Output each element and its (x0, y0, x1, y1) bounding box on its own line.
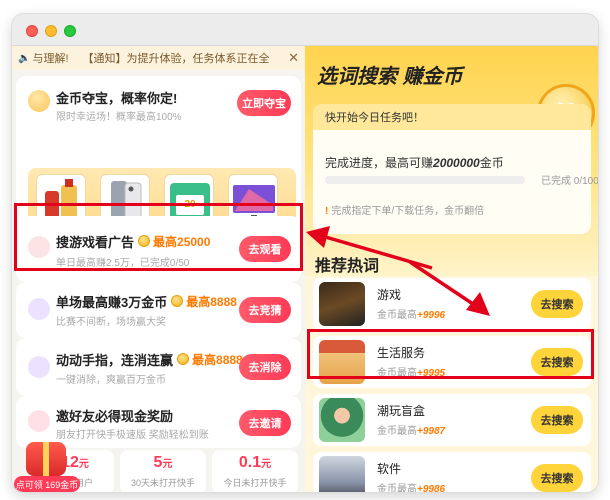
invite-button[interactable]: 去邀请 (239, 410, 291, 436)
zoom-window-button[interactable] (64, 25, 76, 37)
search-button[interactable]: 去搜索 (531, 406, 583, 434)
task-note-text: 完成指定下单/下载任务，金币翻倍 (331, 206, 485, 217)
task-subtitle: 一键消除，爽赢百万金币 (56, 375, 166, 386)
game-thumbnail (319, 282, 365, 326)
hot-word-sub-value: +9996 (417, 310, 446, 321)
hot-word-name: 软件 (377, 462, 402, 476)
reward-badge: 最高8888 (171, 293, 237, 310)
task-row: 单场最高赚3万金币 最高8888 比赛不间断，场场赢大奖 去竞猜 (16, 282, 301, 338)
notice-text-tail: 与理解! (32, 53, 69, 65)
cash-unit: 元 (261, 459, 272, 470)
daily-task-header: 快开始今日任务吧！ (313, 104, 591, 130)
hot-word-sub: 金币最高+9986 (377, 480, 445, 492)
gift-box-icon (26, 442, 66, 476)
cash-value: 0.1 (238, 454, 262, 471)
minimize-window-button[interactable] (45, 25, 57, 37)
notice-bar: 🔈 与理解! 【通知】为提升体验，任务体系正在全 ✕ (12, 46, 305, 70)
exclamation-icon: ! (325, 206, 329, 217)
speaker-icon: 🔈 (18, 52, 31, 64)
hot-word-sub-prefix: 金币最高 (377, 484, 417, 492)
close-window-button[interactable] (26, 25, 38, 37)
hot-word-name: 游戏 (377, 288, 402, 302)
hot-words-title: 推荐热词 (315, 258, 380, 275)
progress-amount: 2000000 (433, 156, 480, 170)
reward-text: 最高8888 (192, 352, 243, 367)
task-row: 邀好友必得现金奖励 朋友打开快手极速版 奖励轻松到账 去邀请 (16, 396, 301, 448)
coin-icon (171, 295, 184, 307)
task-note: ! 完成指定下单/下载任务，金币翻倍 (325, 202, 484, 217)
window-titlebar (12, 14, 598, 46)
search-earn-header: 选词搜索 赚金币 ¥ 快开始今日任务吧！ 完成进度，最高可赚2000000金币 … (305, 46, 598, 276)
cash-amount: 5元 (120, 454, 206, 472)
daily-task-card: 快开始今日任务吧！ 完成进度，最高可赚2000000金币 已完成 0/100 !… (313, 104, 598, 234)
hot-word-row[interactable]: 软件 金币最高+9986 去搜索 (313, 452, 591, 492)
cash-card-today[interactable]: 0.1元 今日未打开快手 (212, 450, 298, 492)
coin-icon (177, 353, 190, 365)
invite-friends-icon (28, 410, 50, 432)
treasure-coin-icon (28, 90, 50, 112)
progress-text: 完成进度，最高可赚2000000金币 (325, 154, 504, 171)
hot-word-name: 潮玩盲盒 (377, 404, 426, 418)
task-title: 动动手指，连消连赢 (56, 353, 174, 368)
hot-word-sub: 金币最高+9987 (377, 422, 445, 437)
task-row: 动动手指，连消连赢 最高8888 一键消除，爽赢百万金币 去消除 (16, 338, 301, 396)
treasure-title: 金币夺宝，概率你定! (56, 91, 178, 106)
game-controller-icon (28, 298, 50, 320)
gift-tag: 点可领 169金币 (14, 476, 80, 492)
hot-word-sub-prefix: 金币最高 (377, 426, 417, 437)
progress-bar (325, 176, 525, 184)
cash-label: 30天未打开快手 (130, 478, 195, 488)
pacman-icon (28, 356, 50, 378)
guess-button[interactable]: 去竞猜 (239, 297, 291, 323)
eliminate-button[interactable]: 去消除 (239, 354, 291, 380)
hot-word-sub: 金币最高+9996 (377, 306, 445, 321)
progress-suffix: 金币 (479, 156, 504, 170)
task-title-line: 单场最高赚3万金币 最高8888 (56, 292, 237, 311)
blind-box-thumbnail (319, 398, 365, 442)
cash-label: 今日未打开快手 (223, 478, 287, 488)
title-part-a: 选词搜索 (317, 66, 397, 88)
highlight-box-watch-task (14, 203, 303, 271)
reward-badge: 最高8888 (177, 351, 243, 368)
task-title-line: 动动手指，连消连赢 最高8888 (56, 350, 243, 369)
notice-text: 【通知】为提升体验，任务体系正在全 (82, 53, 270, 65)
search-button[interactable]: 去搜索 (531, 290, 583, 318)
hot-word-row[interactable]: 潮玩盲盒 金币最高+9987 去搜索 (313, 394, 591, 446)
software-thumbnail (319, 456, 365, 492)
completed-count: 已完成 0/100 (541, 176, 598, 187)
notice-close-icon[interactable]: ✕ (288, 50, 299, 66)
title-part-b: 赚金币 (402, 66, 463, 88)
search-earn-pane: 选词搜索 赚金币 ¥ 快开始今日任务吧！ 完成进度，最高可赚2000000金币 … (305, 46, 598, 492)
cash-card-30day[interactable]: 5元 30天未打开快手 (120, 450, 206, 492)
task-subtitle: 比赛不间断，场场赢大奖 (56, 317, 166, 328)
search-earn-title: 选词搜索 赚金币 (317, 60, 463, 89)
reward-text: 最高8888 (186, 294, 237, 309)
hot-word-row[interactable]: 游戏 金币最高+9996 去搜索 (313, 278, 591, 330)
search-button[interactable]: 去搜索 (531, 464, 583, 492)
hot-word-sub-prefix: 金币最高 (377, 310, 417, 321)
treasure-button[interactable]: 立即夺宝 (237, 90, 291, 116)
hot-word-sub-value: +9986 (417, 484, 446, 492)
task-title: 邀好友必得现金奖励 (56, 409, 174, 424)
cash-amount: 0.1元 (212, 454, 298, 472)
cash-unit: 元 (162, 459, 173, 470)
highlight-box-life-service (307, 329, 594, 379)
task-title: 单场最高赚3万金币 (56, 295, 168, 310)
task-subtitle: 朋友打开快手极速版 奖励轻松到账 (56, 430, 209, 441)
floating-gift[interactable]: 点可领 169金币 (14, 442, 80, 492)
cash-unit: 元 (78, 459, 89, 470)
treasure-subtitle: 限时幸运场！概率最高100% (56, 112, 182, 123)
progress-prefix: 完成进度，最高可赚 (325, 156, 434, 170)
hot-word-sub-value: +9987 (417, 426, 446, 437)
